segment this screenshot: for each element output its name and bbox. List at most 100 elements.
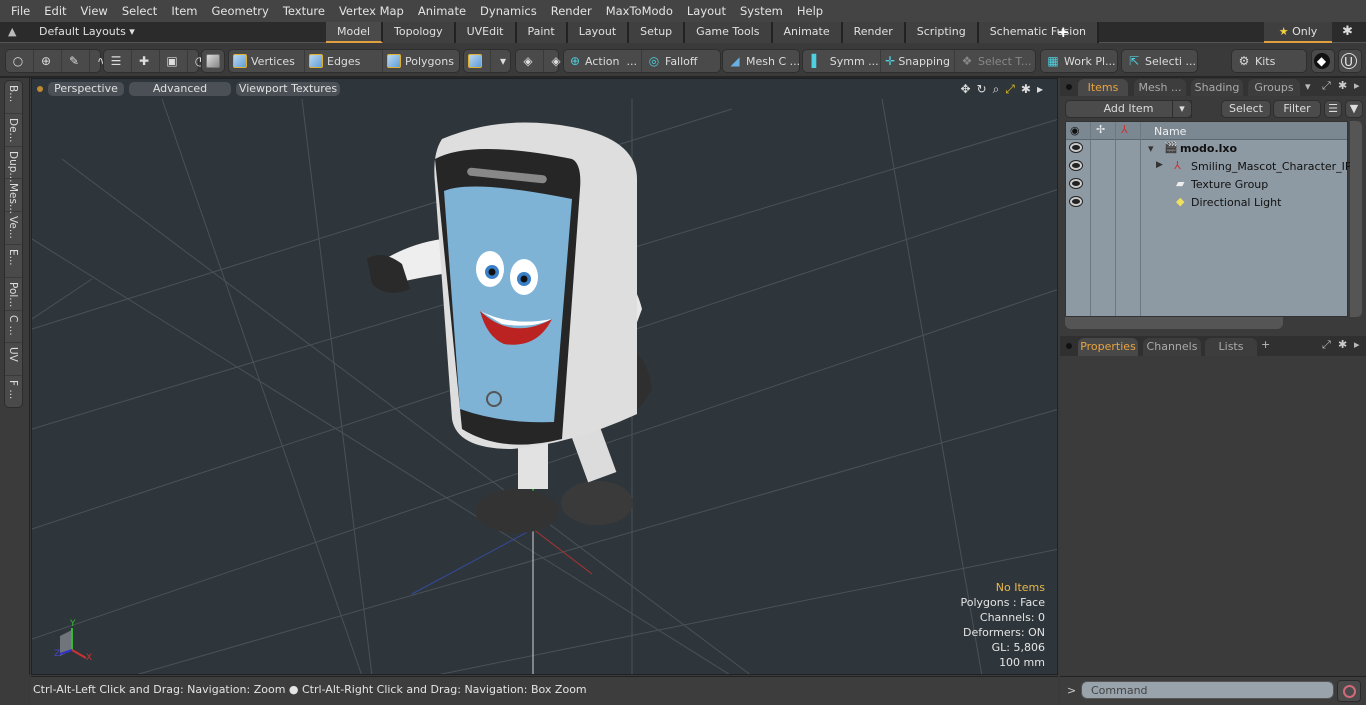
menu-layout[interactable]: Layout	[680, 4, 733, 18]
menu-edit[interactable]: Edit	[37, 4, 73, 18]
vtab-mesh[interactable]: Mes...	[5, 179, 22, 214]
tree-row-mesh[interactable]: ▶ ⅄ Smiling_Mascot_Character_IP...	[1066, 158, 1360, 176]
filter-button[interactable]: Filter	[1273, 100, 1321, 118]
default-layouts-dropdown[interactable]: Default Layouts ▾	[39, 25, 135, 38]
tree-row-texture-group[interactable]: ▰ Texture Group	[1066, 176, 1347, 194]
cube-kit-button[interactable]: ◆	[1311, 49, 1335, 73]
panel-options-dot[interactable]	[1066, 343, 1072, 349]
select-button[interactable]: Select	[1221, 100, 1271, 118]
snapping-button[interactable]: ✛ Snapping	[881, 50, 955, 72]
polygons-button[interactable]: Polygons	[383, 50, 459, 72]
menu-item[interactable]: Item	[164, 4, 204, 18]
tab-setup[interactable]: Setup	[629, 22, 686, 43]
locator-column-icon[interactable]: ⅄	[1121, 123, 1128, 136]
expand-arrow-icon[interactable]: ▾	[1148, 142, 1154, 155]
maximize-icon[interactable]: ⤢	[1005, 82, 1015, 97]
panel-menu-arrow-icon[interactable]: ▸	[1354, 79, 1360, 92]
tab-lists[interactable]: Lists	[1205, 338, 1257, 356]
tabs-dropdown-icon[interactable]: ▾	[1305, 80, 1311, 93]
select-tool-button[interactable]: ○	[6, 50, 34, 72]
vtab-fusion[interactable]: F ...	[5, 376, 22, 409]
tree-row-scene[interactable]: ▾ 🎬 modo.lxo	[1066, 140, 1347, 158]
command-input[interactable]	[1081, 681, 1334, 699]
viewport-menu-arrow-icon[interactable]: ▸	[1037, 82, 1043, 97]
frame-button[interactable]: ▣	[160, 50, 188, 72]
advanced-dropdown[interactable]: Advanced	[129, 82, 231, 96]
selection-sets-button[interactable]: ⇱ Selecti ...	[1122, 50, 1200, 72]
tab-properties[interactable]: Properties	[1078, 338, 1138, 356]
menu-texture[interactable]: Texture	[276, 4, 332, 18]
panel-options-dot[interactable]	[1066, 84, 1072, 90]
unreal-kit-button[interactable]: U	[1338, 49, 1362, 73]
select-through-button[interactable]: ❖ Select T...	[955, 50, 1035, 72]
vtab-duplicate[interactable]: Dup...	[5, 147, 22, 182]
list-options-button[interactable]: ☰	[1324, 100, 1342, 118]
tab-schematic-fusion[interactable]: Schematic Fusion	[978, 22, 1100, 43]
materials-button[interactable]	[464, 50, 491, 72]
rotate-icon[interactable]: ↻	[977, 82, 987, 97]
falloff-button[interactable]: ◎ Falloff	[642, 50, 701, 72]
tab-shading[interactable]: Shading	[1191, 79, 1243, 96]
pivot-button[interactable]: ◈	[516, 50, 544, 72]
menu-vertex-map[interactable]: Vertex Map	[332, 4, 411, 18]
menu-render[interactable]: Render	[544, 4, 599, 18]
zoom-icon[interactable]: ⌕	[993, 82, 1000, 97]
mode-dropdown[interactable]: ▾	[491, 50, 518, 72]
filter-funnel-button[interactable]: ▼	[1345, 100, 1363, 118]
menu-system[interactable]: System	[733, 4, 790, 18]
add-item-dropdown[interactable]: ▾	[1172, 100, 1192, 118]
tab-paint[interactable]: Paint	[516, 22, 568, 43]
menu-dynamics[interactable]: Dynamics	[473, 4, 544, 18]
only-toggle[interactable]: ★ Only	[1264, 22, 1332, 43]
visibility-column-icon[interactable]: ◉	[1070, 124, 1080, 137]
edges-button[interactable]: Edges	[305, 50, 383, 72]
vtab-vertex[interactable]: Ve...	[5, 212, 22, 245]
tree-row-directional-light[interactable]: ◆ Directional Light	[1066, 194, 1347, 212]
menu-animate[interactable]: Animate	[411, 4, 473, 18]
action-center-button[interactable]: ⊕ Action ...	[564, 50, 642, 72]
menu-view[interactable]: View	[74, 4, 115, 18]
uv-unwrap-button[interactable]: ✚	[132, 50, 160, 72]
add-properties-tab-button[interactable]: +	[1261, 338, 1270, 351]
name-column-header[interactable]: Name	[1154, 125, 1186, 138]
viewport-gear-icon[interactable]: ✱	[1021, 82, 1031, 97]
menu-help[interactable]: Help	[790, 4, 830, 18]
menu-file[interactable]: File	[4, 4, 37, 18]
viewport-textures-dropdown[interactable]: Viewport Textures	[236, 82, 340, 96]
tree-horizontal-scrollbar[interactable]	[1065, 317, 1283, 329]
panel-gear-icon[interactable]: ✱	[1338, 338, 1347, 351]
vtab-edge[interactable]: E...	[5, 245, 22, 278]
panel-maximize-icon[interactable]: ⤢	[1322, 79, 1331, 93]
gear-icon[interactable]: ✱	[1342, 24, 1353, 39]
tab-model[interactable]: Model	[326, 22, 384, 43]
tab-layout[interactable]: Layout	[567, 22, 630, 43]
vertices-button[interactable]: Vertices	[229, 50, 305, 72]
symmetry-button[interactable]: ▐ Symm ...	[803, 50, 881, 72]
tab-items[interactable]: Items	[1078, 79, 1128, 96]
globe-tool-button[interactable]: ⊕	[34, 50, 62, 72]
work-plane-button[interactable]: ▦ Work Pl...	[1041, 50, 1120, 72]
vtab-uv[interactable]: UV	[5, 343, 22, 377]
menu-maxtomodo[interactable]: MaxToModo	[599, 4, 680, 18]
viewport-options-dot[interactable]	[37, 86, 43, 92]
perspective-dropdown[interactable]: Perspective	[48, 82, 124, 96]
menu-geometry[interactable]: Geometry	[205, 4, 276, 18]
tab-mesh[interactable]: Mesh ...	[1134, 79, 1186, 96]
record-macro-button[interactable]	[1337, 680, 1361, 702]
panel-gear-icon[interactable]: ✱	[1338, 79, 1347, 92]
vtab-basic[interactable]: B...	[5, 81, 22, 114]
vtab-deform[interactable]: De...	[5, 114, 22, 147]
eye-icon[interactable]	[1070, 179, 1082, 188]
eye-icon[interactable]	[1070, 143, 1082, 152]
pan-icon[interactable]: ✥	[960, 82, 970, 97]
panel-menu-arrow-icon[interactable]: ▸	[1354, 338, 1360, 351]
vtab-curve[interactable]: C ...	[5, 311, 22, 344]
eye-icon[interactable]	[1070, 161, 1082, 170]
kits-button[interactable]: ⚙ Kits	[1232, 50, 1279, 72]
tab-uvedit[interactable]: UVEdit	[455, 22, 517, 43]
vtab-polygon[interactable]: Pol...	[5, 278, 22, 311]
pen-tool-button[interactable]: ✎	[62, 50, 90, 72]
items-mode-button[interactable]	[202, 50, 228, 72]
collapse-up-icon[interactable]: ▲	[8, 25, 16, 38]
tab-game-tools[interactable]: Game Tools	[685, 22, 773, 43]
